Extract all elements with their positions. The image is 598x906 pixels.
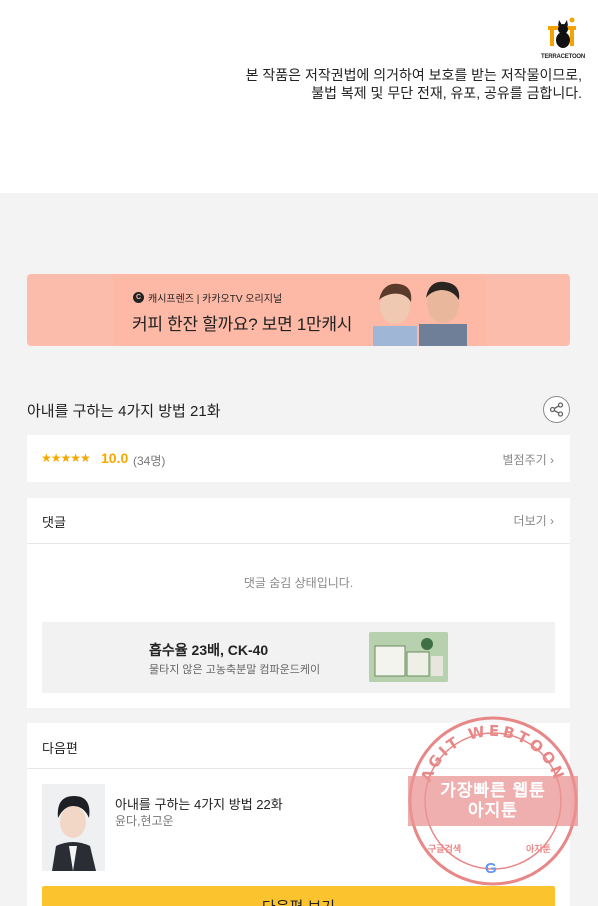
- promo-banner[interactable]: C 캐시프렌즈 | 카카오TV 오리지널 커피 한잔 할까요? 보면 1만캐시: [27, 274, 570, 346]
- ad-banner[interactable]: 흡수율 23배, CK-40 물타지 않은 고농축분말 컴파운드케이: [42, 622, 555, 693]
- rate-button-label: 별점주기: [502, 453, 547, 467]
- banner-subtitle-text: 캐시프렌즈 | 카카오TV 오리지널: [148, 294, 283, 305]
- rate-button[interactable]: 별점주기 ›: [502, 451, 554, 468]
- comments-card: 댓글 더보기 › 댓글 숨김 상태입니다. 흡수율 23배, CK-40 물타지…: [27, 498, 570, 708]
- terracetoon-logo: TERRACETOON: [540, 16, 586, 64]
- comments-hidden-message: 댓글 숨김 상태입니다.: [243, 576, 354, 590]
- banner-people-image: [373, 281, 467, 346]
- ad-title: 흡수율 23배, CK-40: [149, 642, 269, 658]
- comments-more-label: 더보기: [513, 514, 547, 528]
- banner-subtitle: C 캐시프렌즈 | 카카오TV 오리지널: [133, 290, 282, 305]
- divider: [27, 768, 570, 769]
- comments-title: 댓글: [42, 515, 66, 530]
- episode-title: 아내를 구하는 4가지 방법 21화: [27, 403, 221, 420]
- rating-stars: ★★★★★: [41, 451, 91, 465]
- rating-score: 10.0: [101, 450, 129, 466]
- terrace-cat-logo-icon: [548, 17, 576, 48]
- thumbnail-image: [42, 784, 105, 871]
- share-icon: [549, 402, 564, 417]
- cashfriends-badge-icon: C: [133, 292, 144, 303]
- copyright-notice: 본 작품은 저작권법에 의거하여 보호를 받는 저작물이므로, 불법 복제 및 …: [162, 66, 582, 102]
- ad-product-image: [369, 632, 448, 682]
- next-episode-author: 윤다,현고운: [115, 814, 174, 828]
- copyright-line-1: 본 작품은 저작권법에 의거하여 보호를 받는 저작물이므로,: [245, 67, 582, 83]
- divider: [27, 543, 570, 544]
- next-episode-heading: 다음편: [42, 741, 78, 756]
- next-episode-card: 다음편 아내를 구하는 4가지 방법 22화 윤다,현고운 다음편 보기: [27, 723, 570, 906]
- rating-card: ★★★★★ 10.0 (34명) 별점주기 ›: [27, 435, 570, 482]
- chevron-right-icon: ›: [550, 453, 554, 467]
- copyright-header: TERRACETOON 본 작품은 저작권법에 의거하여 보호를 받는 저작물이…: [0, 0, 598, 193]
- comments-more-button[interactable]: 더보기 ›: [514, 512, 554, 529]
- share-button[interactable]: [543, 396, 570, 423]
- next-episode-thumbnail[interactable]: [42, 784, 105, 871]
- chevron-right-icon: ›: [550, 514, 554, 528]
- rating-count: (34명): [133, 454, 166, 468]
- ad-subtitle: 물타지 않은 고농축분말 컴파운드케이: [149, 664, 321, 676]
- banner-title: 커피 한잔 할까요? 보면 1만캐시: [132, 315, 353, 334]
- logo-text: TERRACETOON: [540, 54, 586, 60]
- next-episode-button[interactable]: 다음편 보기: [42, 886, 555, 906]
- copyright-line-2: 불법 복제 및 무단 전재, 유포, 공유를 금합니다.: [311, 85, 582, 101]
- next-episode-title[interactable]: 아내를 구하는 4가지 방법 22화: [115, 794, 283, 813]
